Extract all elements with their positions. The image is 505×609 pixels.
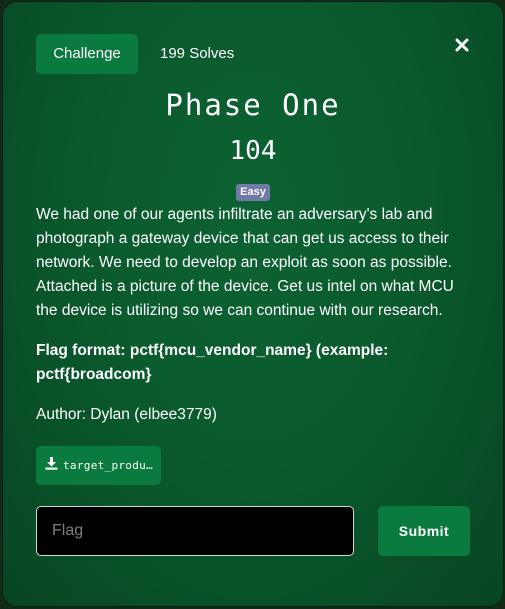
download-icon bbox=[45, 456, 63, 475]
file-name: target_produ... bbox=[63, 459, 155, 472]
submit-button[interactable]: Submit bbox=[378, 506, 470, 556]
challenge-description: We had one of our agents infiltrate an a… bbox=[36, 206, 454, 319]
tab-challenge[interactable]: Challenge bbox=[36, 34, 138, 74]
challenge-modal: Challenge 199 Solves Phase One 104 Easy … bbox=[3, 2, 503, 606]
difficulty-badge: Easy bbox=[236, 184, 270, 201]
challenge-points: 104 bbox=[229, 136, 277, 166]
close-icon bbox=[451, 34, 473, 56]
author-text: Author: Dylan (elbee3779) bbox=[36, 406, 217, 423]
file-download-button[interactable]: target_produ... bbox=[36, 446, 161, 485]
flag-format-text: Flag format: pctf{mcu_vendor_name} (exam… bbox=[36, 342, 389, 383]
flag-input[interactable] bbox=[36, 506, 354, 556]
tab-solves[interactable]: 199 Solves bbox=[160, 34, 234, 74]
challenge-title: Phase One bbox=[165, 88, 341, 122]
close-button[interactable] bbox=[451, 34, 473, 56]
